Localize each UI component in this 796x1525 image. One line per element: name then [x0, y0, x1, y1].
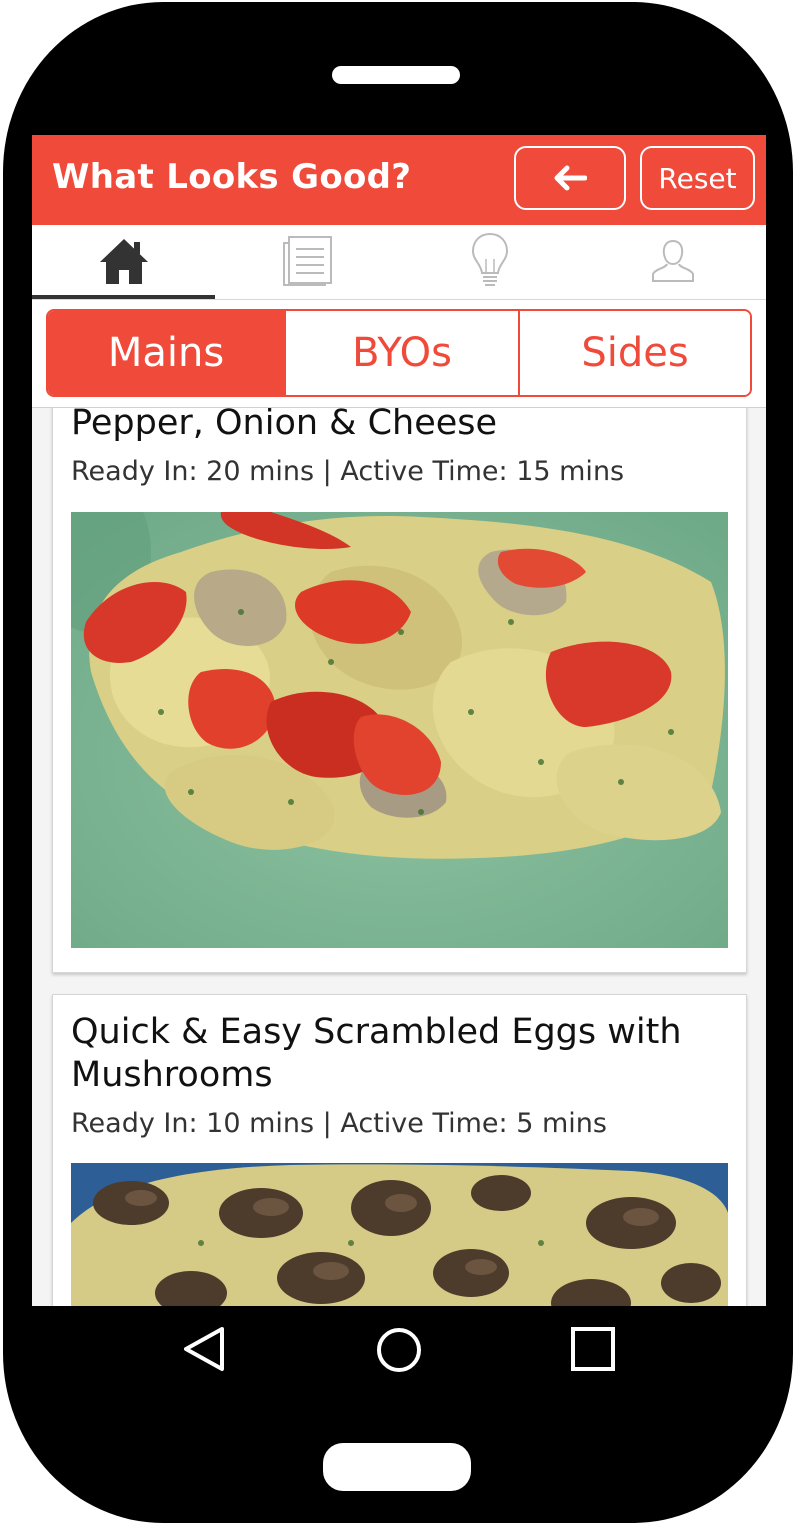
recipe-card[interactable]: Pepper, Onion & Cheese Ready In: 20 mins… [52, 408, 747, 973]
lightbulb-icon [471, 232, 508, 286]
system-navigation-bar [32, 1306, 766, 1396]
recents-square-icon [571, 1327, 615, 1371]
segment-byos[interactable]: BYOs [284, 311, 518, 395]
arrow-left-icon [554, 165, 587, 191]
system-back-button[interactable] [182, 1326, 226, 1376]
tab-profile[interactable] [581, 225, 764, 297]
home-icon [99, 239, 148, 284]
home-circle-icon [377, 1328, 421, 1372]
app-header: What Looks Good? Reset [32, 135, 766, 225]
system-recents-button[interactable] [570, 1326, 616, 1376]
app-screen: What Looks Good? Reset Mains BYOs Sides … [32, 135, 766, 1306]
recipe-title: Pepper, Onion & Cheese [71, 408, 498, 443]
scrambled-eggs-peppers-photo [71, 512, 728, 948]
page-title: What Looks Good? [52, 157, 412, 197]
segment-sides[interactable]: Sides [518, 311, 750, 395]
recipe-list[interactable]: Pepper, Onion & Cheese Ready In: 20 mins… [32, 408, 766, 1306]
tab-home[interactable] [32, 225, 215, 297]
list-icon [282, 236, 332, 286]
phone-speaker [332, 66, 460, 84]
recipe-photo[interactable] [71, 1163, 728, 1306]
category-filter-bar: Mains BYOs Sides [32, 300, 766, 408]
phone-home-button[interactable] [323, 1443, 471, 1491]
recipe-time-info: Ready In: 20 mins | Active Time: 15 mins [71, 456, 625, 487]
profile-icon [651, 239, 694, 282]
tab-list[interactable] [215, 225, 398, 297]
scrambled-eggs-mushrooms-photo [71, 1163, 728, 1306]
back-button[interactable] [514, 146, 626, 210]
tab-ideas[interactable] [398, 225, 581, 297]
category-segmented-control: Mains BYOs Sides [46, 309, 752, 397]
reset-button[interactable]: Reset [640, 146, 755, 210]
recipe-photo[interactable] [71, 512, 728, 948]
active-tab-indicator [32, 295, 215, 299]
recipe-title: Quick & Easy Scrambled Eggs with Mushroo… [71, 1012, 682, 1095]
recipe-card[interactable]: Quick & Easy Scrambled Eggs with Mushroo… [52, 994, 747, 1306]
back-triangle-icon [184, 1327, 224, 1371]
system-home-button[interactable] [375, 1326, 423, 1378]
recipe-time-info: Ready In: 10 mins | Active Time: 5 mins [71, 1108, 607, 1139]
segment-mains[interactable]: Mains [48, 311, 284, 395]
icon-tab-bar [32, 225, 766, 300]
